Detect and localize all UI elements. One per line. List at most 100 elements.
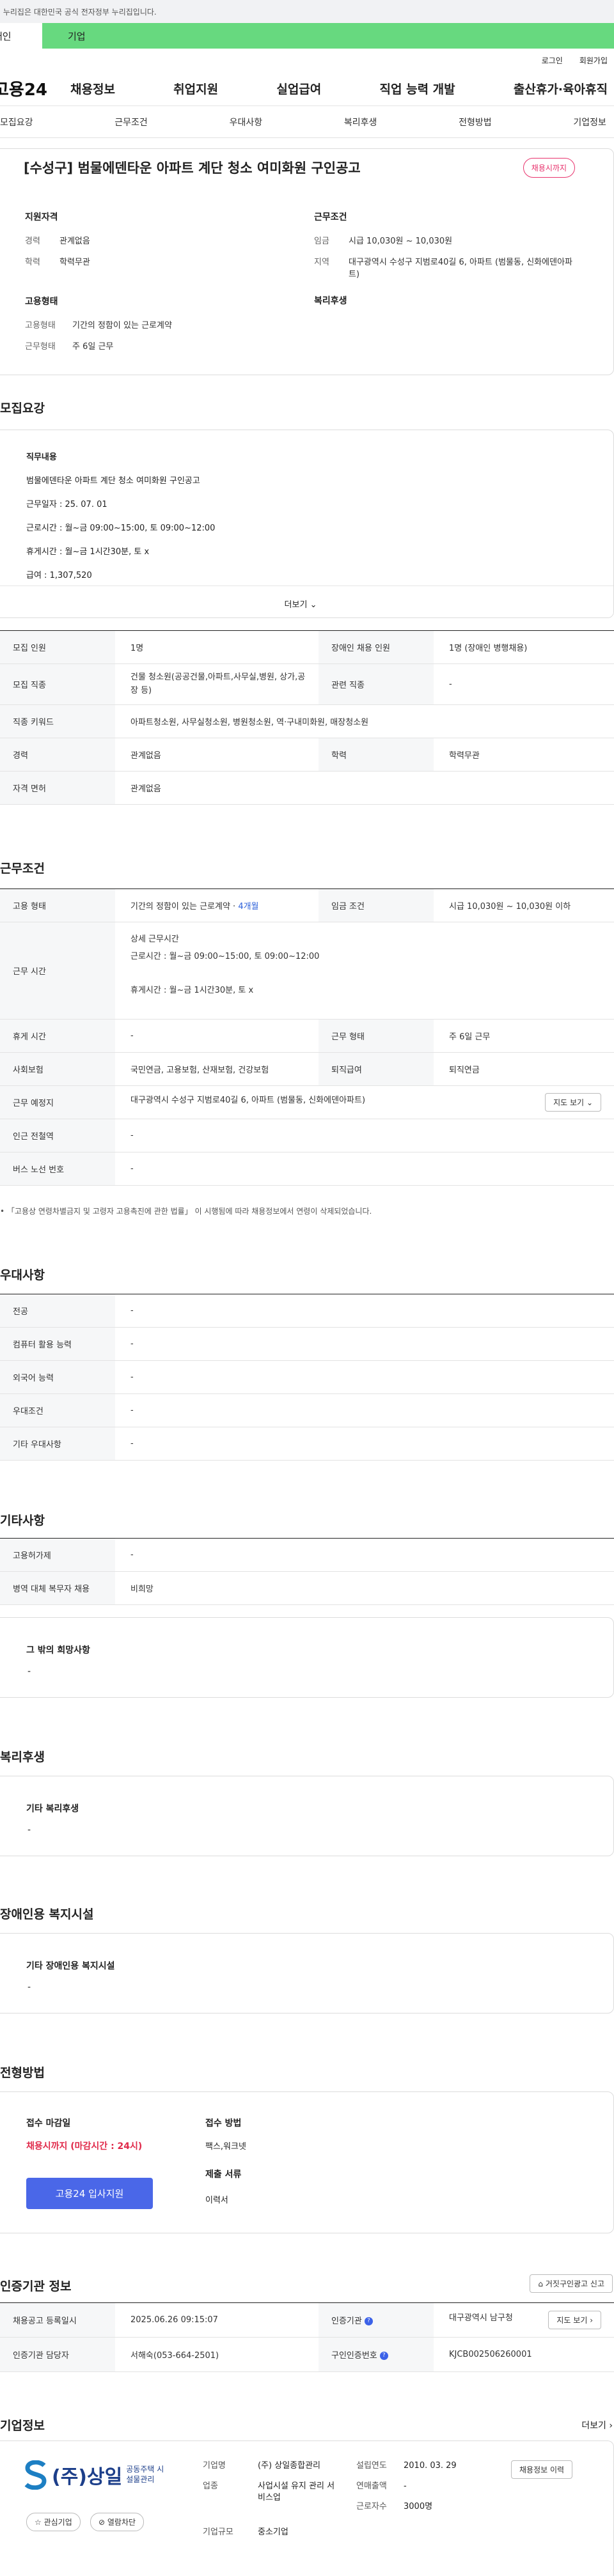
info-icon[interactable]: ? bbox=[379, 2352, 388, 2360]
conditions-section-heading: 근무조건 bbox=[0, 862, 45, 876]
favorite-company-button[interactable]: ☆ 관심기업 bbox=[26, 2513, 81, 2531]
table-row: 모집 인원 1명 장애인 채용 인원 1명 (장애인 병행채용) bbox=[0, 630, 614, 664]
job-desc-line: 근무일자 : 25. 07. 01 bbox=[26, 500, 107, 509]
table-row: 사회보험 국민연금, 고용보험, 산재보험, 건강보험 퇴직급여 퇴직연금 bbox=[0, 1052, 614, 1086]
preference-table: 전공 - 컴퓨터 활용 능력 - 외국어 능력 - 우대조건 - 기타 우대사항 - bbox=[0, 1294, 614, 1461]
welfare-value: - bbox=[28, 1825, 31, 1835]
company-more-label: 더보기 bbox=[581, 2421, 606, 2431]
table-header: 인근 전철역 bbox=[0, 1119, 115, 1152]
emp-key: 근무형태 bbox=[25, 341, 56, 352]
company-more-link[interactable]: 더보기 › bbox=[581, 2419, 613, 2432]
house-icon: ⌂ bbox=[538, 2279, 544, 2288]
emp-value: 주 6일 근무 bbox=[72, 341, 114, 352]
block-label: 열람차단 bbox=[107, 2518, 136, 2527]
tab-personal[interactable]: 개인 bbox=[0, 23, 42, 49]
location-value: 대구광역시 수성구 지범로40길 6, 아파트 (범물동, 신화에덴아파트) bbox=[130, 1096, 366, 1105]
qual-key: 학력 bbox=[25, 257, 40, 267]
welfare-label: 기타 복리후생 bbox=[26, 1804, 79, 1814]
company-logo-mark bbox=[24, 2460, 47, 2490]
table-row: 인근 전철역 - bbox=[0, 1119, 614, 1152]
block-view-button[interactable]: ⊘ 열람차단 bbox=[90, 2513, 145, 2531]
tab-company-info[interactable]: 기업정보 bbox=[573, 116, 606, 128]
company-value: 사업시설 유지 관리 서비스업 bbox=[258, 2481, 335, 2503]
gnb-item-leave[interactable]: 출산휴가·육아휴직 bbox=[514, 80, 608, 97]
table-row: 근무 예정지 대구광역시 수성구 지범로40길 6, 아파트 (범물동, 신화에덴… bbox=[0, 1085, 614, 1119]
table-cell: 국민연금, 고용보험, 산재보험, 건강보험 bbox=[115, 1052, 319, 1086]
tab-personal-label: 개인 bbox=[0, 31, 12, 42]
gnb-item-support[interactable]: 취업지원 bbox=[173, 80, 218, 97]
method-value: 팩스,워크넷 bbox=[205, 2142, 246, 2152]
company-value: 2010. 03. 29 bbox=[404, 2461, 457, 2471]
table-header: 우대조건 bbox=[0, 1393, 115, 1427]
table-cell: 시급 10,030원 ~ 10,030원 이하 bbox=[434, 888, 614, 922]
company-value: (주) 상일종합관리 bbox=[258, 2461, 320, 2471]
hours-line: 근로시간 : 월~금 09:00~15:00, 토 09:00~12:00 bbox=[130, 952, 320, 961]
conditions-heading: 근무조건 bbox=[314, 212, 347, 222]
employment-heading: 고용형태 bbox=[25, 296, 58, 307]
company-value: 3000명 bbox=[404, 2502, 433, 2511]
table-header: 외국어 능력 bbox=[0, 1360, 115, 1394]
brand-logo[interactable]: 고용24 bbox=[0, 77, 70, 100]
job-desc-line: 범물에덴타운 아파트 계단 청소 여미화원 구인공고 bbox=[26, 476, 200, 486]
signup-link[interactable]: 회원가입 bbox=[579, 55, 608, 72]
global-nav: 고용24 채용정보 취업지원 실업급여 직업 능력 개발 출산휴가·육아휴직 bbox=[0, 72, 614, 106]
table-header: 고용 형태 bbox=[0, 888, 115, 922]
tab-preference[interactable]: 우대사항 bbox=[230, 116, 263, 128]
table-header: 직종 키워드 bbox=[0, 704, 115, 738]
report-fake-ad-button[interactable]: ⌂ 거짓구인광고 신고 bbox=[530, 2274, 613, 2293]
login-link[interactable]: 로그인 bbox=[542, 55, 563, 72]
table-row: 전공 - bbox=[0, 1294, 614, 1328]
chevron-down-icon: ⌄ bbox=[310, 600, 317, 610]
tab-welfare[interactable]: 복리후생 bbox=[344, 116, 377, 128]
more-button[interactable]: 더보기 ⌄ bbox=[0, 586, 613, 617]
age-notice: • 「고용상 연령차별금지 및 고령자 고용촉진에 관한 법률」 이 시행됨에 … bbox=[0, 1207, 372, 1216]
table-row: 버스 노선 번호 - bbox=[0, 1152, 614, 1186]
job-description: 직무내용 범물에덴타운 아파트 계단 청소 여미화원 구인공고 근무일자 : 2… bbox=[26, 453, 215, 580]
cond-value: 대구광역시 수성구 지범로40길 6, 아파트 (범물동, 신화에덴아파트) bbox=[349, 257, 572, 279]
info-icon[interactable]: ? bbox=[364, 2317, 373, 2325]
table-cell: 비희망 bbox=[115, 1571, 614, 1605]
gnb-item-training[interactable]: 직업 능력 개발 bbox=[380, 80, 455, 97]
tab-company-label: 기업 bbox=[68, 31, 86, 42]
job-history-button[interactable]: 채용정보 이력 bbox=[511, 2460, 573, 2479]
disabled-heading: 장애인용 복지시설 bbox=[0, 1907, 94, 1921]
gnb-item-jobs[interactable]: 채용정보 bbox=[70, 80, 115, 97]
table-cell: 기간의 정함이 있는 근로계약 · 4개월 bbox=[115, 888, 319, 922]
qual-row: 경력 관계없음 bbox=[25, 236, 294, 248]
table-row: 외국어 능력 - bbox=[0, 1360, 614, 1394]
table-cell: 학력무관 bbox=[434, 738, 614, 772]
table-row: 고용 형태 기간의 정함이 있는 근로계약 · 4개월 임금 조건 시급 10,030… bbox=[0, 888, 614, 922]
table-header: 구인인증번호? bbox=[319, 2337, 434, 2372]
table-row: 자격 면허 관계없음 bbox=[0, 771, 614, 805]
table-cell: - bbox=[115, 1538, 614, 1572]
tab-conditions[interactable]: 근무조건 bbox=[114, 116, 148, 128]
map-button[interactable]: 지도 보기 ⌄ bbox=[545, 1093, 601, 1112]
tab-selection[interactable]: 전형방법 bbox=[459, 116, 492, 128]
company-logo: (주)상일 공동주택 시설물관리 bbox=[24, 2460, 171, 2490]
company-logo-text: (주)상일 bbox=[52, 2466, 123, 2488]
apply-button[interactable]: 고용24 입사지원 bbox=[26, 2178, 153, 2209]
job-desc-line: 급여 : 1,307,520 bbox=[26, 571, 92, 580]
tab-recruit[interactable]: 모집요강 bbox=[0, 116, 33, 128]
block-icon: ⊘ bbox=[98, 2518, 106, 2527]
welfare-heading: 복리후생 bbox=[314, 295, 347, 306]
table-header: 휴게 시간 bbox=[0, 1019, 115, 1053]
table-row: 병역 대체 복무자 채용 비희망 bbox=[0, 1571, 614, 1605]
favorite-label: 관심기업 bbox=[43, 2518, 72, 2527]
gnb-item-benefit[interactable]: 실업급여 bbox=[276, 80, 321, 97]
table-header: 컴퓨터 활용 능력 bbox=[0, 1327, 115, 1361]
job-desc-head: 직무내용 bbox=[26, 453, 57, 462]
table-row: 인증기관 담당자 서해숙(053-664-2501) 구인인증번호? KJCB0025… bbox=[0, 2337, 614, 2372]
table-row: 근무 시간 상세 근무시간 근로시간 : 월~금 09:00~15:00, 토 … bbox=[0, 922, 614, 1020]
hours-head: 상세 근무시간 bbox=[130, 935, 179, 944]
table-row: 채용공고 등록일시 2025.06.26 09:15:07 인증기관? 대구광역시 남… bbox=[0, 2302, 614, 2338]
cert-map-button[interactable]: 지도 보기 › bbox=[548, 2311, 601, 2329]
emp-row: 고용형태 기간의 정함이 있는 근로계약 bbox=[25, 320, 294, 332]
table-header: 관련 직종 bbox=[319, 663, 434, 705]
chevron-down-icon: ⌄ bbox=[586, 1098, 593, 1107]
org-label: 인증기관 bbox=[331, 2316, 362, 2326]
table-header: 인증기관? bbox=[319, 2302, 434, 2338]
tab-company[interactable]: 기업 bbox=[42, 23, 614, 49]
company-value: 중소기업 bbox=[258, 2527, 288, 2537]
table-row: 경력 관계없음 학력 학력무관 bbox=[0, 738, 614, 772]
